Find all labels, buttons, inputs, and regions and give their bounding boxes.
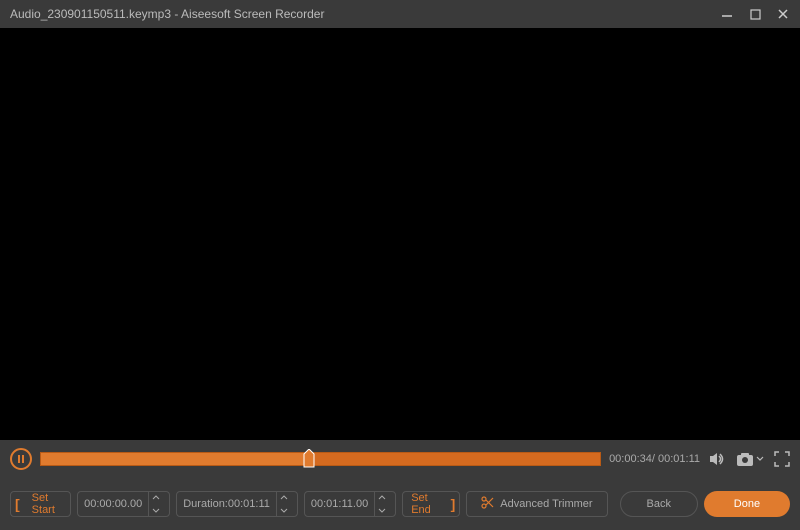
start-time-input[interactable]: 00:00:00.00 bbox=[77, 491, 170, 517]
maximize-button[interactable] bbox=[748, 7, 762, 21]
advanced-trimmer-button[interactable]: Advanced Trimmer bbox=[466, 491, 607, 517]
window-title: Audio_230901150511.keymp3 - Aiseesoft Sc… bbox=[10, 7, 720, 21]
set-end-button[interactable]: Set End bbox=[403, 492, 446, 516]
pause-button[interactable] bbox=[10, 448, 32, 470]
progress-handle[interactable] bbox=[303, 449, 315, 469]
duration-label: Duration: bbox=[183, 498, 228, 510]
trimmer-bar: [ Set Start 00:00:00.00 Duration:00:01:1… bbox=[0, 478, 800, 530]
progress-track[interactable] bbox=[40, 452, 601, 466]
end-time-value: 00:01:11.00 bbox=[311, 498, 368, 510]
set-end-group: Set End ] bbox=[402, 491, 460, 517]
start-time-spinner bbox=[148, 491, 163, 517]
app-name: Aiseesoft Screen Recorder bbox=[181, 7, 324, 21]
start-time-down[interactable] bbox=[149, 504, 163, 517]
pause-icon bbox=[18, 455, 24, 463]
progress-fill bbox=[41, 453, 309, 465]
video-preview-area bbox=[0, 28, 800, 440]
volume-icon[interactable] bbox=[708, 450, 726, 468]
start-time-value: 00:00:00.00 bbox=[84, 498, 142, 510]
fullscreen-icon[interactable] bbox=[774, 451, 790, 467]
time-display: 00:00:34/ 00:01:11 bbox=[609, 453, 700, 465]
set-start-group: [ Set Start bbox=[10, 491, 71, 517]
start-time-up[interactable] bbox=[149, 491, 163, 504]
playback-right-controls bbox=[708, 450, 790, 468]
titlebar: Audio_230901150511.keymp3 - Aiseesoft Sc… bbox=[0, 0, 800, 28]
set-start-button[interactable]: Set Start bbox=[24, 492, 70, 516]
end-time-down[interactable] bbox=[375, 504, 389, 517]
bracket-left-icon: [ bbox=[11, 492, 24, 516]
end-time-spinner bbox=[374, 491, 389, 517]
advanced-trimmer-label: Advanced Trimmer bbox=[500, 498, 592, 510]
end-time-input[interactable]: 00:01:11.00 bbox=[304, 491, 396, 517]
snapshot-button[interactable] bbox=[736, 452, 764, 467]
close-button[interactable] bbox=[776, 7, 790, 21]
bracket-right-icon: ] bbox=[447, 492, 460, 516]
window-controls bbox=[720, 7, 790, 21]
playback-bar: 00:00:34/ 00:01:11 bbox=[0, 440, 800, 478]
chevron-down-icon bbox=[756, 456, 764, 462]
duration-down[interactable] bbox=[277, 504, 291, 517]
title-separator: - bbox=[171, 7, 181, 21]
duration-display: Duration:00:01:11 bbox=[176, 491, 298, 517]
filename: Audio_230901150511.keymp3 bbox=[10, 7, 171, 21]
end-time-up[interactable] bbox=[375, 491, 389, 504]
minimize-button[interactable] bbox=[720, 7, 734, 21]
duration-spinner bbox=[276, 491, 291, 517]
duration-value: 00:01:11 bbox=[228, 498, 270, 510]
back-button[interactable]: Back bbox=[620, 491, 698, 517]
scissors-icon bbox=[481, 496, 494, 512]
done-button[interactable]: Done bbox=[704, 491, 790, 517]
duration-up[interactable] bbox=[277, 491, 291, 504]
